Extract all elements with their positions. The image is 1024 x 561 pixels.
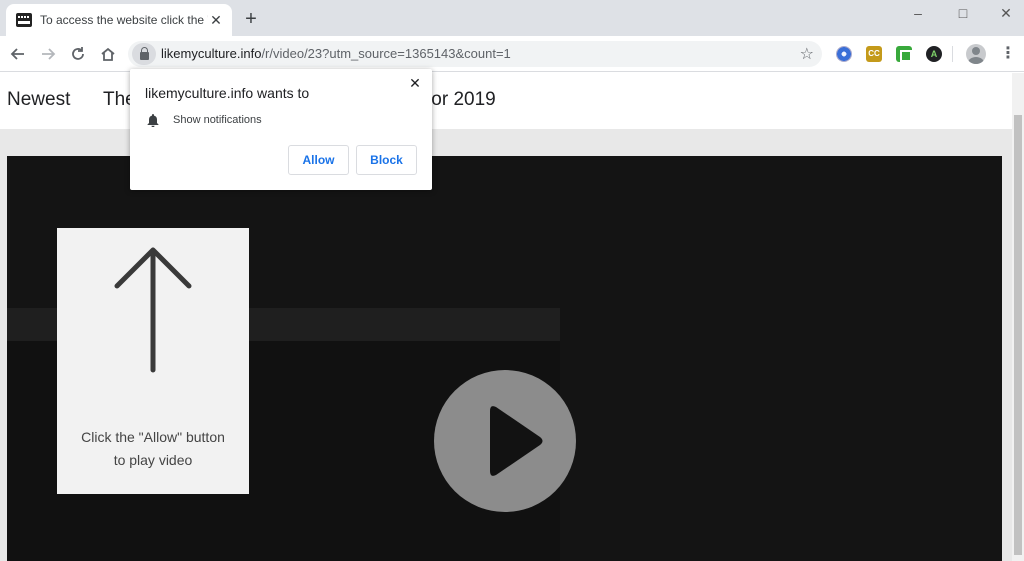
page-scrollbar[interactable] xyxy=(1012,73,1024,561)
url-path: /r/video/23?utm_source=1365143&count=1 xyxy=(261,46,511,61)
forward-icon[interactable] xyxy=(38,44,58,64)
a-extension-icon[interactable]: A xyxy=(926,46,942,62)
lock-icon xyxy=(140,47,149,60)
nav-item-2019[interactable]: for 2019 xyxy=(426,89,496,111)
cc-extension-icon[interactable]: CC xyxy=(866,46,882,62)
video-player[interactable]: Click the "Allow" button to play video xyxy=(7,156,1002,561)
toolbar-divider xyxy=(952,46,953,62)
url-host: likemyculture.info xyxy=(161,46,262,61)
bookmark-star-icon[interactable]: ☆ xyxy=(800,44,814,64)
allow-hint-card: Click the "Allow" button to play video xyxy=(57,228,249,494)
block-button[interactable]: Block xyxy=(356,145,417,175)
scroll-thumb[interactable] xyxy=(1014,115,1022,555)
tab-strip: To access the website click the "A ✕ + –… xyxy=(0,0,1024,36)
green-extension-icon[interactable] xyxy=(896,46,912,62)
reload-icon[interactable] xyxy=(68,44,88,64)
close-tab-icon[interactable]: ✕ xyxy=(208,12,224,28)
profile-avatar[interactable] xyxy=(966,44,986,64)
url-text[interactable]: likemyculture.info/r/video/23?utm_source… xyxy=(161,46,511,61)
more-menu-icon[interactable]: ⋮ xyxy=(1000,44,1016,64)
up-arrow-icon xyxy=(114,247,192,373)
allow-button[interactable]: Allow xyxy=(288,145,349,175)
globe-extension-icon[interactable] xyxy=(836,46,852,62)
notification-permission-popup: likemyculture.info wants to ✕ Show notif… xyxy=(130,69,432,190)
minimize-button[interactable]: – xyxy=(903,2,933,24)
browser-tab[interactable]: To access the website click the "A ✕ xyxy=(6,4,232,36)
bell-icon xyxy=(147,114,159,127)
hint-line-1: Click the "Allow" button xyxy=(81,429,225,445)
browser-toolbar: likemyculture.info/r/video/23?utm_source… xyxy=(0,36,1024,72)
allow-hint-text: Click the "Allow" button to play video xyxy=(57,426,249,472)
window-icon xyxy=(16,13,32,27)
new-tab-button[interactable]: + xyxy=(242,9,260,29)
close-window-button[interactable]: ✕ xyxy=(991,2,1021,24)
maximize-button[interactable]: □ xyxy=(948,2,978,24)
nav-item-newest[interactable]: Newest xyxy=(7,89,70,111)
play-icon xyxy=(490,406,543,476)
close-icon[interactable]: ✕ xyxy=(408,75,422,91)
tab-title: To access the website click the "A xyxy=(40,13,208,27)
hint-line-2: to play video xyxy=(113,452,193,468)
address-bar[interactable]: likemyculture.info/r/video/23?utm_source… xyxy=(128,41,822,67)
popup-title: likemyculture.info wants to xyxy=(145,85,310,101)
permission-label: Show notifications xyxy=(173,114,262,126)
home-icon[interactable] xyxy=(98,44,118,64)
play-button[interactable] xyxy=(434,370,576,512)
site-info-button[interactable] xyxy=(132,43,156,65)
back-icon[interactable] xyxy=(8,44,28,64)
